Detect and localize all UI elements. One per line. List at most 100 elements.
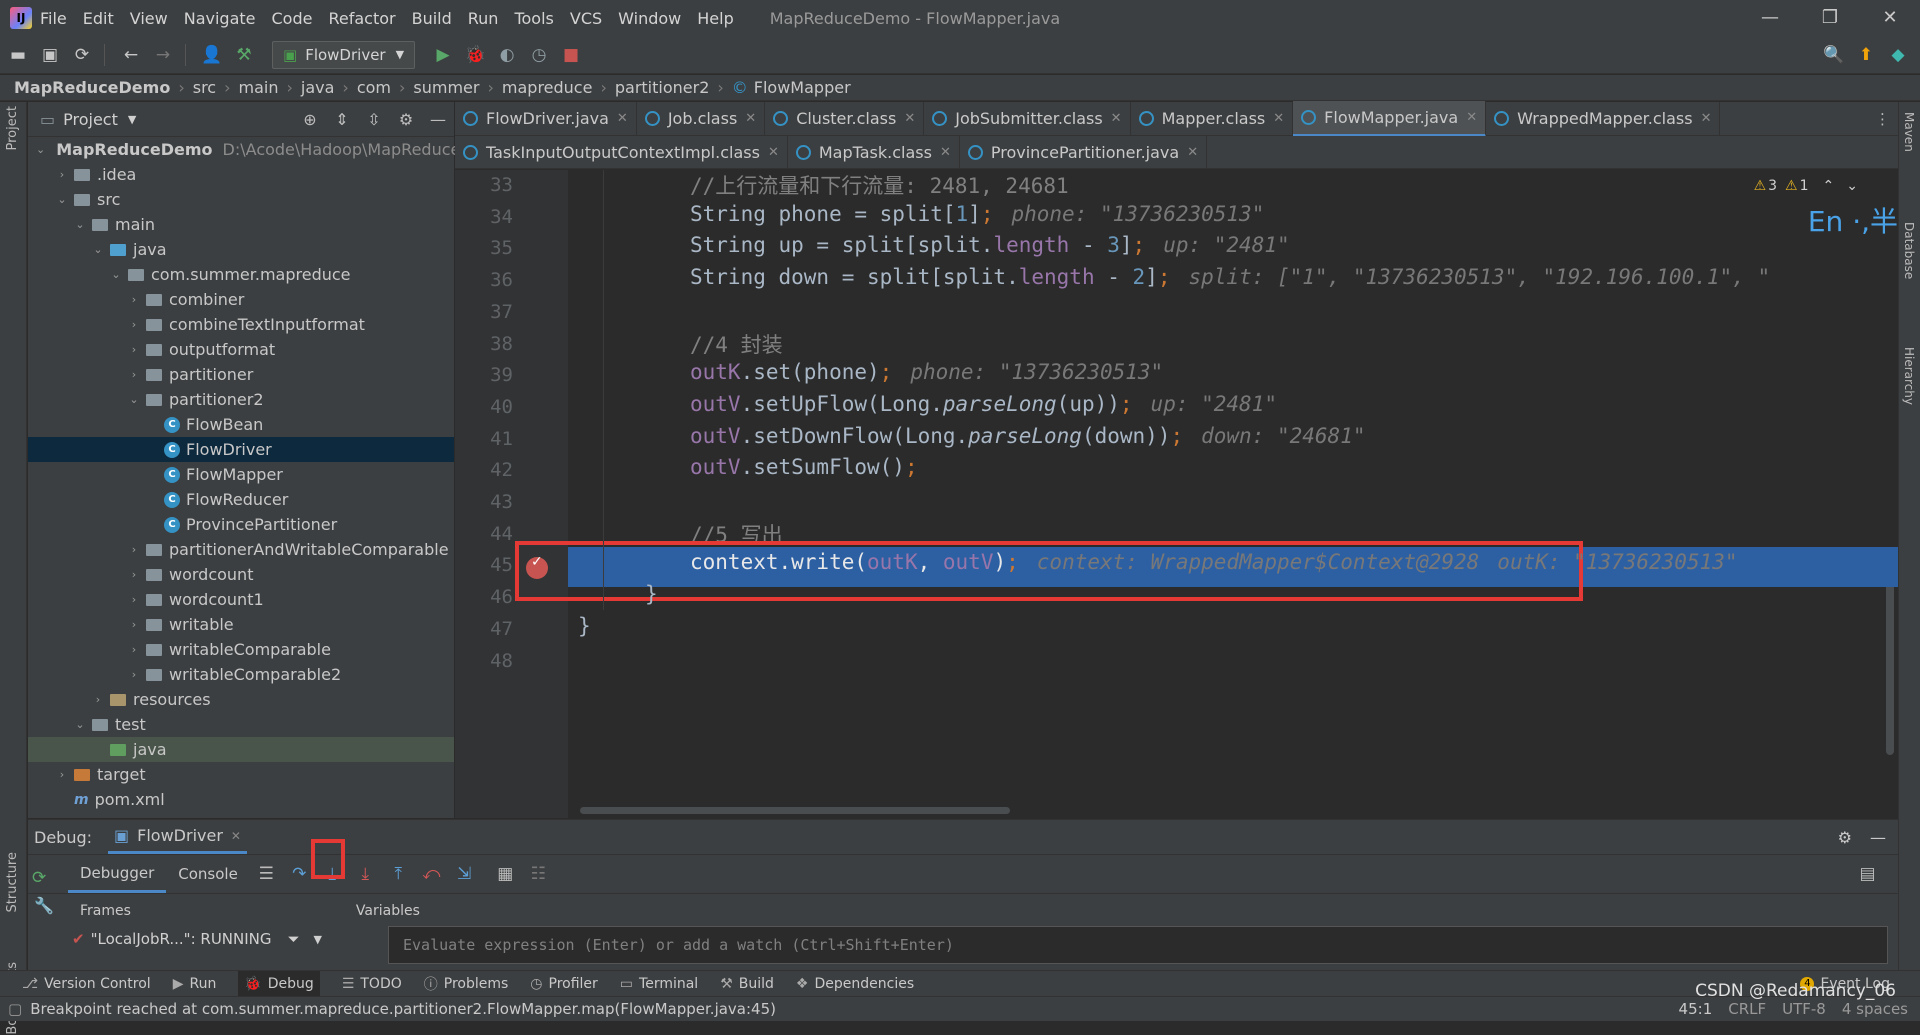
tree-node[interactable]: › wordcount <box>28 562 454 587</box>
tree-node[interactable]: ⌄ src <box>28 187 454 212</box>
tree-node[interactable]: › resources <box>28 687 454 712</box>
chevron-right-icon[interactable]: › <box>54 168 70 181</box>
tree-node[interactable]: › partitionerAndWritableComparable <box>28 537 454 562</box>
tree-node[interactable]: › combineTextInputformat <box>28 312 454 337</box>
thread-selector[interactable]: ✔ "LocalJobR...": RUNNING ⏷ ▼ <box>72 930 322 948</box>
menu-edit[interactable]: Edit <box>83 9 114 28</box>
tree-node[interactable]: ⌄ com.summer.mapreduce <box>28 262 454 287</box>
close-icon[interactable]: ✕ <box>745 111 756 126</box>
open-icon[interactable]: ▬ <box>4 41 32 69</box>
editor-tab[interactable]: FlowMapper.java ✕ <box>1293 100 1487 137</box>
editor-tab[interactable]: ProvincePartitioner.java ✕ <box>960 136 1208 168</box>
close-icon[interactable]: ✕ <box>768 145 779 160</box>
back-icon[interactable]: ← <box>117 41 145 69</box>
file-encoding[interactable]: UTF-8 <box>1782 1000 1826 1018</box>
expand-all-icon[interactable]: ⇕ <box>326 110 358 129</box>
plugin-icon[interactable]: ◆ <box>1884 41 1912 69</box>
breadcrumb-item[interactable]: com <box>357 78 391 97</box>
close-icon[interactable]: ✕ <box>1701 111 1712 126</box>
tree-node[interactable]: C ProvincePartitioner <box>28 512 454 537</box>
tool-window-run[interactable]: ▶ Run <box>173 976 217 992</box>
build-hammer-icon[interactable]: ⚒ <box>230 41 258 69</box>
locate-icon[interactable]: ⊕ <box>294 110 326 129</box>
gear-icon[interactable]: ⚙ <box>1838 828 1852 847</box>
chevron-right-icon[interactable]: › <box>126 543 142 556</box>
project-panel-title[interactable]: Project <box>63 110 118 129</box>
tree-node[interactable]: C FlowBean <box>28 412 454 437</box>
sync-icon[interactable]: ⟳ <box>68 41 96 69</box>
tool-window-terminal[interactable]: ▭ Terminal <box>620 976 698 992</box>
menu-run[interactable]: Run <box>468 9 499 28</box>
evaluate-expression-input[interactable]: Evaluate expression (Enter) or add a wat… <box>388 926 1888 964</box>
search-icon[interactable]: 🔍 <box>1820 41 1848 69</box>
tree-node[interactable]: › combiner <box>28 287 454 312</box>
chevron-up-icon[interactable]: ⌃ <box>1823 178 1835 194</box>
chevron-down-icon[interactable]: ▼ <box>314 933 322 946</box>
chevron-down-icon[interactable]: ⌄ <box>126 393 142 406</box>
editor-tab[interactable]: Mapper.class ✕ <box>1131 102 1294 135</box>
tool-window-problems[interactable]: ⓘ Problems <box>424 974 509 994</box>
chevron-right-icon[interactable]: › <box>126 593 142 606</box>
chevron-right-icon[interactable]: › <box>126 293 142 306</box>
tree-node[interactable]: ⌄ main <box>28 212 454 237</box>
breadcrumb-item[interactable]: java <box>301 78 335 97</box>
editor-tab[interactable]: Cluster.class ✕ <box>765 102 925 135</box>
maven-tool-tab[interactable]: Maven <box>1902 112 1916 152</box>
maximize-button[interactable]: ❐ <box>1800 0 1860 36</box>
layout-icon[interactable]: ▤ <box>1851 864 1884 884</box>
tab-console[interactable]: Console <box>166 855 250 893</box>
threads-menu-icon[interactable]: ☰ <box>250 864 283 884</box>
tree-node[interactable]: › wordcount1 <box>28 587 454 612</box>
gear-icon[interactable]: ⚙ <box>390 110 422 129</box>
profile-icon[interactable]: ◷ <box>525 41 553 69</box>
close-icon[interactable]: ✕ <box>1111 111 1122 126</box>
breadcrumb-item[interactable]: summer <box>413 78 479 97</box>
chevron-right-icon[interactable]: › <box>126 618 142 631</box>
save-icon[interactable]: ▣ <box>36 41 64 69</box>
run-to-cursor-icon[interactable]: ⇲ <box>448 864 481 884</box>
close-icon[interactable]: ✕ <box>940 145 951 160</box>
tree-node[interactable]: › writableComparable <box>28 637 454 662</box>
force-step-into-icon[interactable]: ⤓ <box>349 864 382 884</box>
tree-node[interactable]: ⌄ MapReduceDemo D:\Acode\Hadoop\MapReduceD <box>28 137 473 162</box>
close-button[interactable]: ✕ <box>1860 0 1920 36</box>
menu-tools[interactable]: Tools <box>514 9 553 28</box>
menu-view[interactable]: View <box>130 9 168 28</box>
tool-window-version-control[interactable]: ⎇ Version Control <box>22 976 151 992</box>
hide-icon[interactable]: — <box>422 110 454 129</box>
menu-code[interactable]: Code <box>272 9 313 28</box>
breadcrumb-item[interactable]: FlowMapper <box>754 78 851 97</box>
chevron-right-icon[interactable]: › <box>90 693 106 706</box>
hierarchy-tool-tab[interactable]: Hierarchy <box>1902 347 1916 405</box>
code-editor[interactable]: 33343536373839404142434445464748 ⚠3 ⚠1 ⌃… <box>455 170 1898 818</box>
hide-icon[interactable]: — <box>1870 828 1886 847</box>
tool-window-debug[interactable]: 🐞 Debug <box>238 970 320 997</box>
tab-debugger[interactable]: Debugger <box>68 855 167 893</box>
breadcrumb-item[interactable]: mapreduce <box>502 78 593 97</box>
tree-node[interactable]: › writableComparable2 <box>28 662 454 687</box>
chevron-down-icon[interactable]: ⌄ <box>72 718 88 731</box>
chevron-right-icon[interactable]: › <box>126 368 142 381</box>
stop-icon[interactable]: ■ <box>557 41 585 69</box>
tool-window-profiler[interactable]: ◷ Profiler <box>530 976 598 992</box>
chevron-right-icon[interactable]: › <box>126 318 142 331</box>
filter-icon[interactable]: ⏷ <box>288 930 300 948</box>
tree-node[interactable]: C FlowReducer <box>28 487 454 512</box>
run-configuration-select[interactable]: ▣ FlowDriver ▼ <box>272 40 416 69</box>
update-icon[interactable]: ⬆ <box>1852 41 1880 69</box>
close-icon[interactable]: ✕ <box>1466 110 1477 125</box>
chevron-down-icon[interactable]: ⌄ <box>54 193 70 206</box>
chevron-right-icon[interactable]: › <box>126 568 142 581</box>
tree-node[interactable]: m pom.xml <box>28 787 454 812</box>
tree-node[interactable]: › .idea <box>28 162 454 187</box>
breadcrumb-item[interactable]: src <box>193 78 216 97</box>
editor-tab[interactable]: WrappedMapper.class ✕ <box>1486 102 1721 135</box>
tree-node[interactable]: ⌄ partitioner2 <box>28 387 454 412</box>
horizontal-scrollbar[interactable] <box>580 807 1010 814</box>
tree-node[interactable]: C FlowMapper <box>28 462 454 487</box>
trace-icon[interactable]: ☷ <box>522 864 555 884</box>
chevron-down-icon[interactable]: ⌄ <box>90 243 106 256</box>
tree-node[interactable]: ⌄ test <box>28 712 454 737</box>
project-tool-tab[interactable]: Project <box>5 106 20 150</box>
chevron-right-icon[interactable]: › <box>54 768 70 781</box>
